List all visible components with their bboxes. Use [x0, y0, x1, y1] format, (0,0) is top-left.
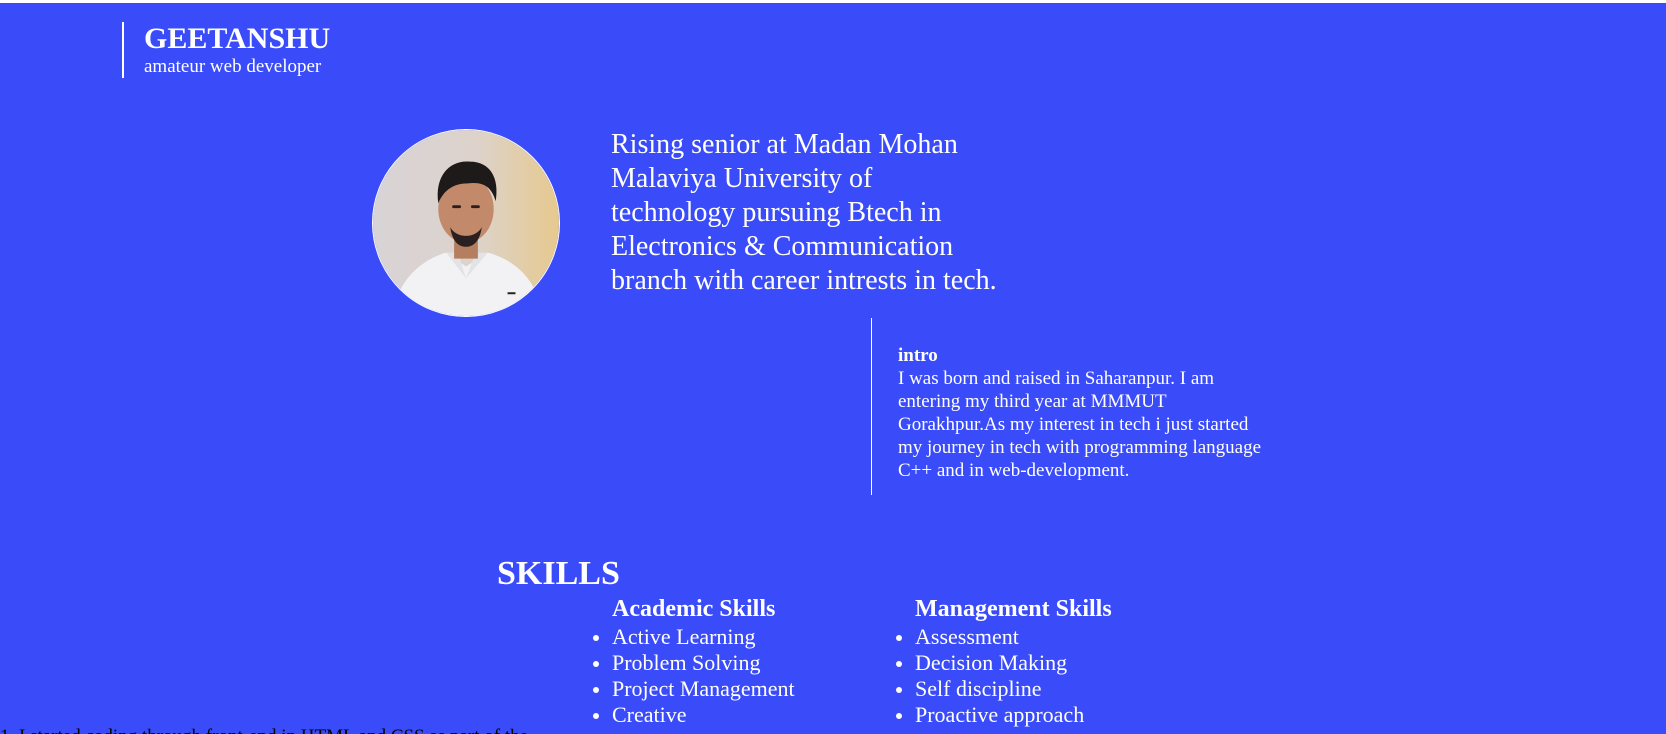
skills-title: SKILLS: [497, 555, 620, 592]
academic-skills-column: Academic Skills Active Learning Problem …: [593, 594, 795, 728]
list-item: Creative: [593, 702, 795, 728]
profile-photo: [372, 129, 560, 317]
list-item: Self discipline: [896, 676, 1112, 702]
list-item: Decision Making: [896, 650, 1112, 676]
overflow-text: 1. I started coding through front-end in…: [0, 726, 528, 734]
profile-headline: Rising senior at Madan Mohan Malaviya Un…: [611, 129, 997, 296]
academic-skills-title: Academic Skills: [612, 596, 776, 622]
intro-title: intro: [898, 345, 938, 366]
list-item: Assessment: [896, 624, 1112, 650]
management-skills-title: Management Skills: [915, 596, 1112, 622]
intro-section: intro I was born and raised in Saharanpu…: [871, 318, 1291, 495]
site-brand: GEETANSHU amateur web developer: [122, 22, 330, 78]
site-tagline: amateur web developer: [144, 56, 322, 77]
page-background: GEETANSHU amateur web developer Rising s…: [0, 3, 1666, 734]
management-skills-list: Assessment Decision Making Self discipli…: [896, 624, 1112, 728]
list-item: Problem Solving: [593, 650, 795, 676]
intro-text: I was born and raised in Saharanpur. I a…: [898, 368, 1262, 481]
site-title: GEETANSHU: [144, 22, 331, 55]
management-skills-column: Management Skills Assessment Decision Ma…: [896, 594, 1112, 728]
list-item: Proactive approach: [896, 702, 1112, 728]
list-item: Project Management: [593, 676, 795, 701]
list-item: Active Learning: [593, 624, 795, 650]
profile-photo-image: [373, 130, 559, 316]
academic-skills-list: Active Learning Problem Solving Project …: [593, 624, 795, 728]
